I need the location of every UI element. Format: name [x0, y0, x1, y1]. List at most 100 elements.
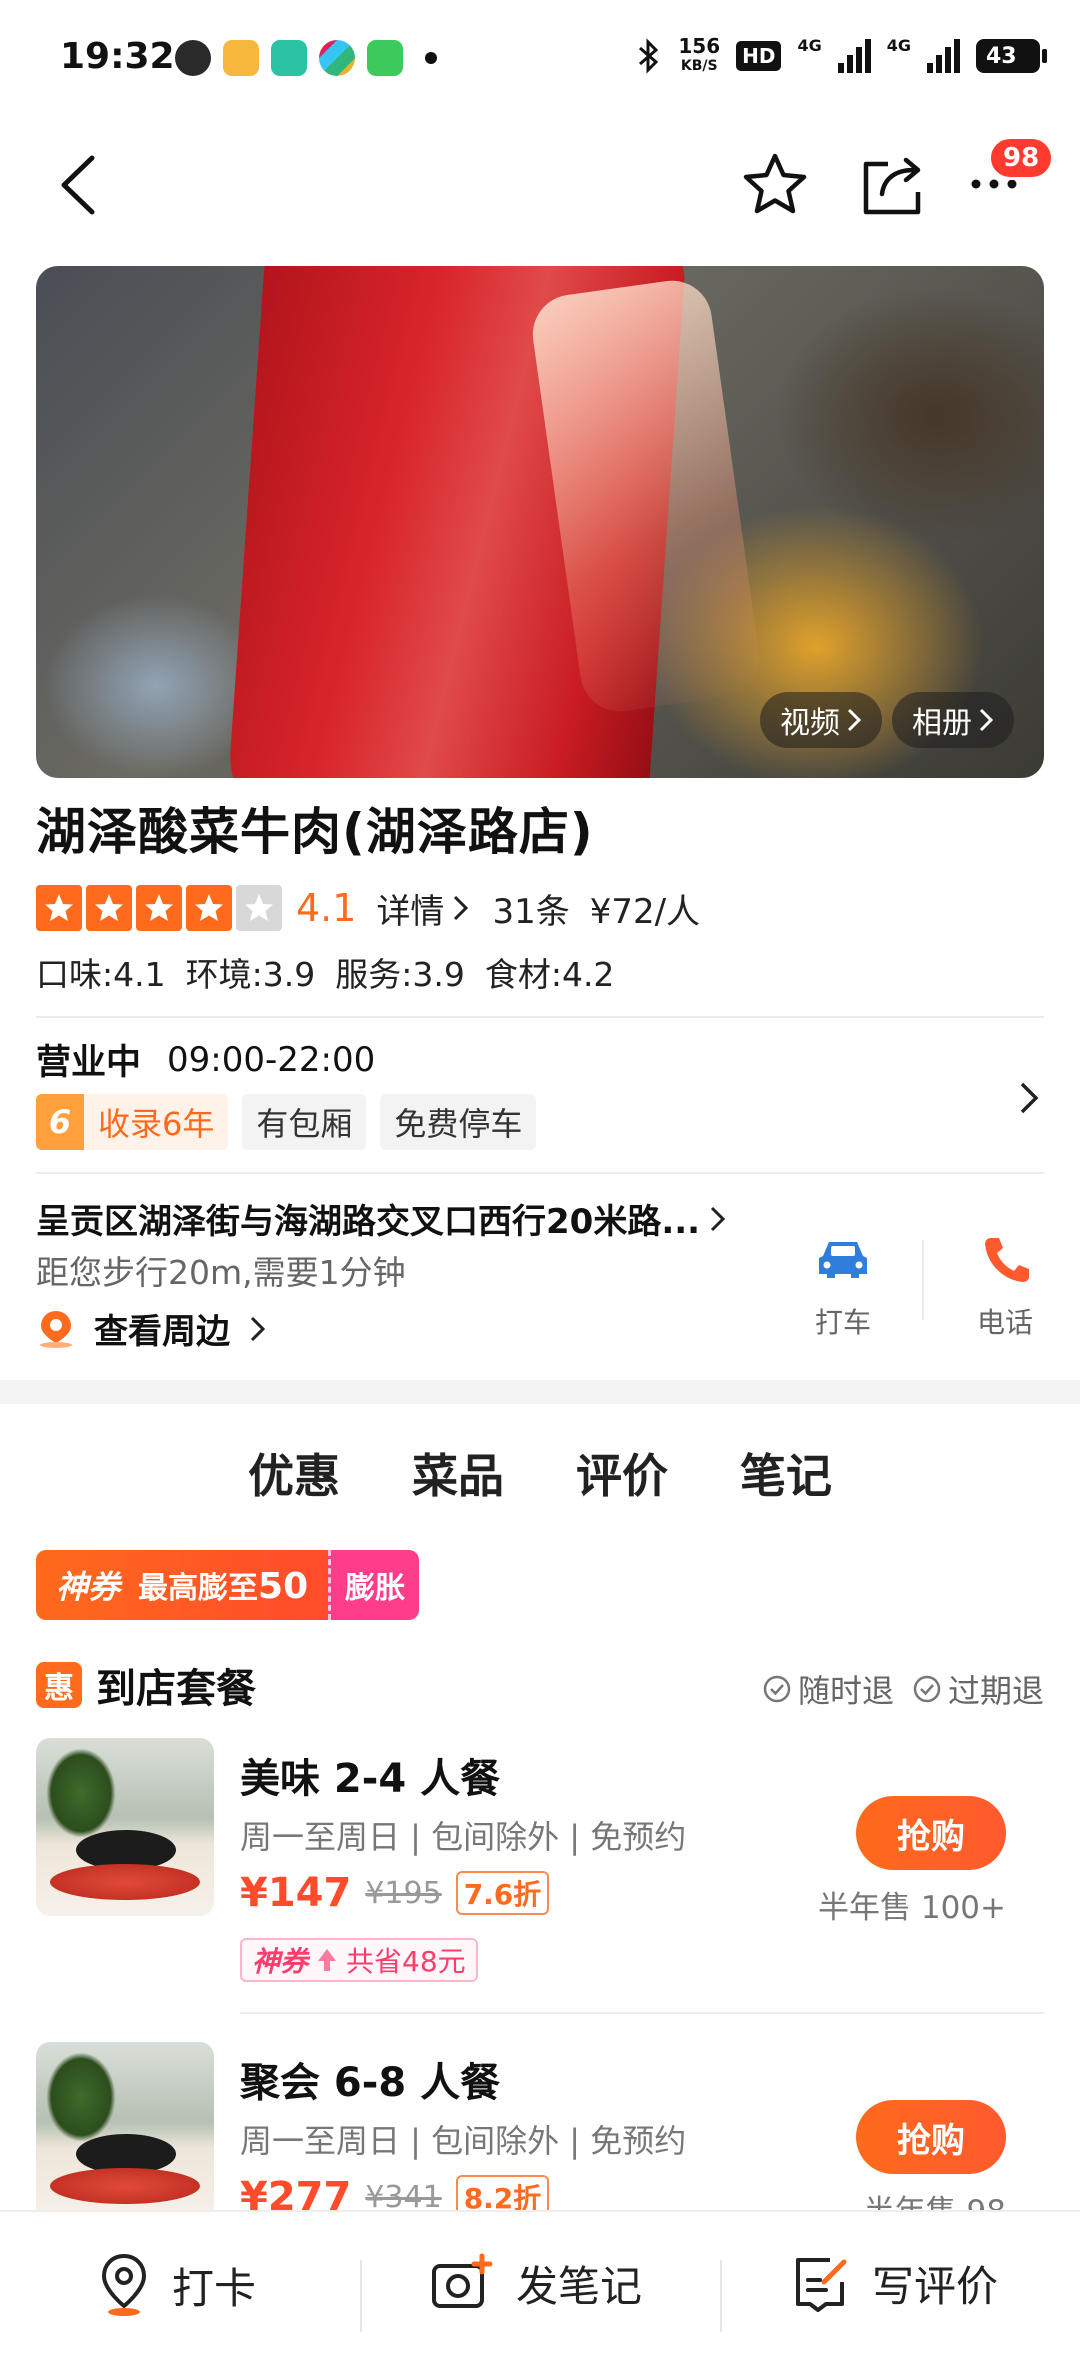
status-bar: 19:32 156 KB/S HD 4G 4G 43 [0, 0, 1080, 110]
camera-plus-icon [432, 2253, 493, 2308]
chevron-right-icon [454, 895, 469, 921]
bottom-action-bar: 打卡 发笔记 写评价 [0, 2210, 1080, 2376]
net-speed-value: 156 [678, 34, 721, 58]
deal-price-row: ¥147 ¥195 7.6折 [240, 1870, 550, 1916]
chevron-right-icon [711, 1206, 726, 1231]
notification-icons [175, 40, 437, 76]
address-link[interactable]: 呈贡区湖泽街与海湖路交叉口西行20米路... [36, 1194, 728, 1243]
package-section-header: 惠 到店套餐 [36, 1656, 256, 1714]
shop-title: 湖泽酸菜牛肉(湖泽路店) [36, 803, 594, 861]
hero-image[interactable]: 视频 相册 [36, 266, 1044, 778]
years-number: 6 [36, 1094, 84, 1150]
arrow-up-icon [318, 1949, 337, 1971]
album-label: 相册 [912, 706, 972, 741]
car-icon [819, 1242, 867, 1278]
signal-label-b: 4G [886, 36, 911, 55]
content-tabs: 优惠 菜品 评价 笔记 [0, 1440, 1080, 1506]
refund-anytime-label: 随时退 [797, 1672, 894, 1710]
favorite-star-icon[interactable] [740, 150, 810, 220]
weibo-icon [223, 40, 259, 76]
back-icon[interactable] [50, 150, 110, 220]
review-count: 31条 [492, 891, 570, 932]
rating-stars [36, 885, 282, 931]
divider [36, 1172, 1044, 1174]
net-speed-unit: KB/S [680, 58, 718, 74]
check-circle-icon [913, 1675, 941, 1703]
phone-icon [985, 1238, 1029, 1282]
deal-description: 周一至周日 | 包间除外 | 免预约 [240, 1818, 687, 1856]
tab-reviews[interactable]: 评价 [570, 1440, 674, 1506]
checkin-label: 打卡 [172, 2263, 257, 2313]
taste-score: 口味:4.1 [36, 955, 166, 994]
coupon-expand-button[interactable]: 膨胀 [328, 1550, 420, 1620]
status-time: 19:32 [60, 36, 175, 77]
wechat-icon [175, 40, 211, 76]
tab-notes[interactable]: 笔记 [734, 1440, 838, 1506]
star-icon [36, 885, 82, 931]
taxi-label: 打车 [814, 1306, 871, 1339]
check-circle-icon [763, 1675, 791, 1703]
deal-savings-tag: 神券 共省48元 [240, 1938, 478, 1982]
coupon-name: 神券 [56, 1568, 121, 1606]
hours-text: 09:00-22:00 [167, 1039, 376, 1080]
album-button[interactable]: 相册 [892, 692, 1014, 748]
buy-button[interactable]: 抢购 [856, 1796, 1006, 1870]
write-review-button[interactable]: 写评价 [790, 2252, 998, 2314]
tag-free-parking: 免费停车 [380, 1094, 537, 1150]
shop-tags: 6 收录6年 有包厢 免费停车 [36, 1094, 537, 1150]
phone-button[interactable]: 电话 [950, 1234, 1060, 1341]
signal-icon-2 [927, 39, 960, 73]
coupon-banner[interactable]: 神券 最高膨至50 膨胀 [36, 1550, 420, 1620]
share-icon[interactable] [858, 148, 928, 220]
star-icon [86, 885, 132, 931]
sub-scores: 口味:4.1 环境:3.9 服务:3.9 食材:4.2 [36, 948, 614, 996]
tab-dishes[interactable]: 菜品 [406, 1440, 510, 1506]
refund-anytime: 随时退 [762, 1666, 894, 1712]
rating-score: 4.1 [296, 886, 357, 930]
video-label: 视频 [780, 706, 840, 741]
vertical-divider [922, 1240, 924, 1320]
chevron-right-icon [250, 1316, 266, 1341]
write-review-label: 写评价 [872, 2261, 999, 2311]
taxi-button[interactable]: 打车 [788, 1234, 898, 1341]
star-icon [136, 885, 182, 931]
refund-expired-label: 过期退 [947, 1672, 1044, 1710]
environment-score: 环境:3.9 [185, 955, 316, 994]
deal-sold-count: 半年售 100+ [818, 1890, 1006, 1926]
slack-icon [319, 40, 355, 76]
tab-discounts[interactable]: 优惠 [242, 1440, 346, 1506]
coupon-text: 最高膨至 [138, 1571, 259, 1606]
deal-name: 美味 2-4 人餐 [240, 1756, 501, 1802]
business-hours[interactable]: 营业中 09:00-22:00 [36, 1034, 375, 1085]
view-nearby-link[interactable]: 查看周边 [36, 1304, 268, 1353]
avg-price: ¥72/人 [589, 891, 701, 932]
network-speed: 156 KB/S [678, 36, 720, 76]
package-section-title: 到店套餐 [96, 1666, 256, 1712]
checkin-button[interactable]: 打卡 [96, 2252, 256, 2318]
hd-badge: HD [736, 41, 782, 71]
detail-link[interactable]: 详情 [376, 884, 444, 933]
refund-expired: 过期退 [912, 1666, 1044, 1712]
message-icon [367, 40, 403, 76]
buy-button[interactable]: 抢购 [856, 2100, 1006, 2174]
savings-amount: 共省48元 [346, 1945, 466, 1978]
app-icon [271, 40, 307, 76]
vertical-divider [720, 2260, 722, 2332]
service-score: 服务:3.9 [335, 955, 465, 994]
coupon-amount: 50 [258, 1566, 309, 1607]
deal-discount: 7.6折 [455, 1871, 550, 1915]
battery-icon: 43 [976, 39, 1047, 73]
rating-row[interactable]: 4.1 详情 31条 ¥72/人 [36, 880, 700, 936]
post-note-button[interactable]: 发笔记 [430, 2252, 642, 2314]
coupon-main: 神券 最高膨至50 [36, 1550, 329, 1620]
deal-price: ¥147 [240, 1870, 352, 1916]
chevron-right-icon[interactable] [1014, 1078, 1044, 1118]
top-nav: 98 [0, 130, 1080, 240]
chevron-right-icon [847, 708, 862, 732]
deal-item[interactable]: 美味 2-4 人餐 周一至周日 | 包间除外 | 免预约 ¥147 ¥195 7… [36, 1738, 1044, 2018]
section-separator [0, 1380, 1080, 1404]
divider [36, 1016, 1044, 1018]
chevron-right-icon [979, 708, 994, 732]
deal-name: 聚会 6-8 人餐 [240, 2060, 501, 2106]
video-button[interactable]: 视频 [760, 692, 882, 748]
